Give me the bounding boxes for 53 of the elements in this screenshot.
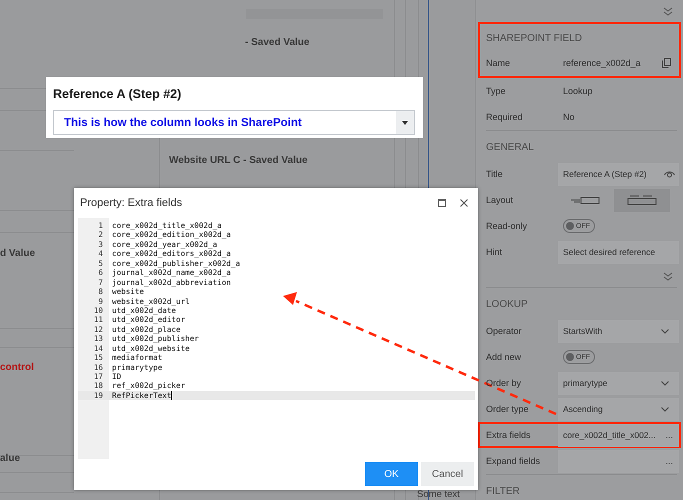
field-title: Reference A (Step #2) xyxy=(53,87,182,101)
field-label: - Saved Value xyxy=(245,37,310,48)
section-heading: LOOKUP xyxy=(485,298,529,312)
ok-button[interactable]: OK xyxy=(365,462,418,486)
maximize-icon[interactable] xyxy=(438,199,446,207)
property-label: Operator xyxy=(485,326,523,336)
property-label: Hint xyxy=(485,247,504,257)
close-icon[interactable] xyxy=(460,199,468,207)
eye-icon[interactable] xyxy=(664,170,675,178)
stacked-layout-icon xyxy=(627,195,657,205)
hint-field[interactable]: Select desired reference xyxy=(558,240,679,264)
layout-option[interactable] xyxy=(614,188,670,212)
property-label: Add new xyxy=(485,352,522,362)
ellipsis-button[interactable]: ... xyxy=(663,430,675,440)
property-label: Title xyxy=(485,169,504,179)
section-heading: SHAREPOINT FIELD xyxy=(485,32,583,46)
field-label: d Value xyxy=(0,248,36,259)
property-label: Layout xyxy=(485,195,514,205)
property-label: Extra fields xyxy=(485,430,532,440)
field-label: control xyxy=(0,362,34,373)
dialog-title: Property: Extra fields xyxy=(80,197,184,209)
field-label: Website URL C - Saved Value xyxy=(169,155,308,166)
field-label: alue xyxy=(0,453,20,464)
input-field[interactable]: ... xyxy=(558,450,679,472)
chevron-down-icon xyxy=(661,406,669,412)
property-label: Type xyxy=(485,86,507,96)
ellipsis-button[interactable]: ... xyxy=(663,456,675,466)
caret-icon xyxy=(402,120,408,124)
property-label: Order type xyxy=(485,404,530,414)
property-label: Order by xyxy=(485,378,522,388)
field-value: Lookup xyxy=(562,86,593,96)
cancel-button[interactable]: Cancel xyxy=(421,462,474,486)
dropdown[interactable]: StartsWith xyxy=(558,320,679,342)
dropdown[interactable]: primarytype xyxy=(558,372,679,394)
dropdown[interactable]: This is how the column looks in SharePoint xyxy=(53,110,415,135)
chevron-down-icon xyxy=(661,328,669,334)
code-editor[interactable] xyxy=(78,218,475,459)
property-label: Name xyxy=(485,58,512,68)
section-heading: FILTER xyxy=(485,485,521,499)
input-field[interactable]: core_x002d_title_x002... ... xyxy=(558,424,679,446)
collapse-icon[interactable] xyxy=(663,6,673,16)
title-field[interactable]: Reference A (Step #2) xyxy=(558,162,679,186)
property-label: Read-only xyxy=(485,221,528,231)
property-label: Required xyxy=(485,112,524,122)
collapse-icon[interactable] xyxy=(663,272,673,280)
section-heading: GENERAL xyxy=(485,141,535,155)
inline-layout-icon xyxy=(571,196,601,204)
field-value: No xyxy=(562,112,575,122)
chevron-down-icon xyxy=(661,380,669,386)
property-label: Expand fields xyxy=(485,456,542,466)
dropdown[interactable]: Ascending xyxy=(558,398,679,420)
copy-icon[interactable] xyxy=(662,58,671,68)
field-value: reference_x002d_a xyxy=(562,58,642,68)
